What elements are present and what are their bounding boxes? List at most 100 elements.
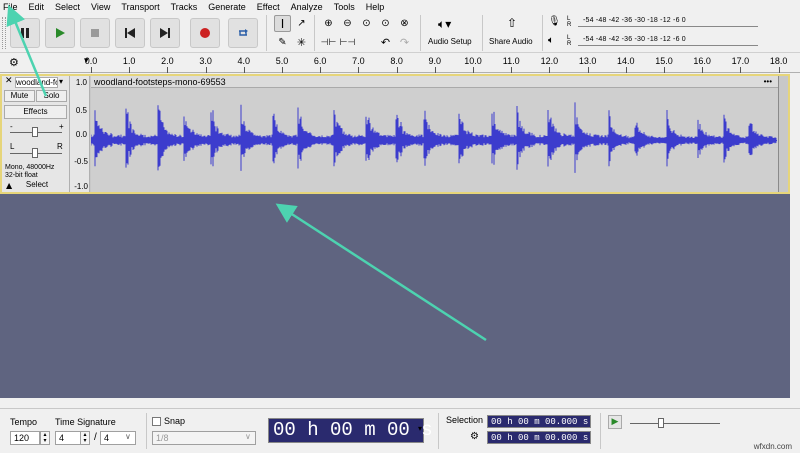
ruler-tick-label: 4.0 — [237, 56, 251, 66]
ruler-tick-label: 16.0 — [693, 56, 711, 66]
playback-speed-slider[interactable] — [630, 418, 720, 428]
effects-button[interactable]: Effects — [4, 105, 67, 119]
selection-end-time[interactable]: 00 h 00 m 00.000 s — [487, 431, 591, 444]
snap-dropdown-chevron-icon[interactable]: ∨ — [245, 432, 251, 441]
selection-label: Selection — [446, 415, 484, 425]
timeline-settings-icon[interactable]: ⚙ — [9, 56, 19, 69]
ruler-tick-label: 7.0 — [352, 56, 365, 66]
draw-tool[interactable]: ✎ — [274, 34, 291, 51]
tempo-field[interactable]: 120 — [10, 431, 40, 445]
track-area[interactable]: ✕ woodland-fo ▾ Mute Solo Effects - + L … — [0, 74, 800, 408]
track-info-format: Mono, 48000Hz — [5, 164, 55, 171]
silence-icon: ⊢⊣ — [339, 37, 356, 47]
waveform[interactable] — [91, 89, 777, 192]
menu-bar: File Edit Select View Transport Tracks Generat… — [0, 0, 800, 13]
playback-meter[interactable]: 🔈︎ L R -54 -48 -42 -36 -30 -18 -12 -6 0 — [548, 35, 758, 49]
record-meter-scale: -54 -48 -42 -36 -30 -18 -12 -6 0 — [583, 17, 686, 24]
loop-button[interactable] — [228, 18, 258, 48]
envelope-tool[interactable]: ↗ — [293, 15, 310, 32]
time-display-menu-icon[interactable]: ▾ — [418, 424, 422, 433]
selection-settings-icon[interactable]: ⚙ — [470, 431, 479, 442]
fit-project-icon: ⊙ — [381, 18, 390, 29]
time-sig-stepper-icon[interactable]: ▴ ▾ — [80, 431, 90, 445]
audio-track[interactable]: ✕ woodland-fo ▾ Mute Solo Effects - + L … — [0, 74, 790, 194]
fit-selection-icon: ⊙ — [362, 18, 371, 29]
undo-icon: ↶ — [380, 36, 391, 49]
snap-checkbox[interactable] — [152, 417, 161, 426]
menu-select[interactable]: Select — [55, 2, 80, 12]
pause-icon — [21, 28, 29, 38]
ruler-tick-label: 0.0 — [84, 56, 98, 66]
ruler-tick-label: 8.0 — [390, 56, 403, 66]
solo-button[interactable]: Solo — [36, 90, 67, 102]
skip-to-start-button[interactable] — [115, 18, 145, 48]
selection-start-time[interactable]: 00 h 00 m 00.000 s — [487, 415, 591, 428]
menu-analyze[interactable]: Analyze — [291, 2, 323, 12]
time-sig-dropdown-chevron-icon[interactable]: ∨ — [125, 432, 131, 441]
redo-button[interactable]: ↷ — [396, 34, 413, 51]
separator — [600, 413, 601, 449]
snap-select[interactable]: 1/8 — [152, 431, 256, 445]
horizontal-scrollbar[interactable] — [0, 398, 790, 408]
gain-slider[interactable] — [10, 127, 62, 137]
undo-button[interactable]: ↶ — [377, 34, 394, 51]
menu-effect[interactable]: Effect — [257, 2, 280, 12]
menu-help[interactable]: Help — [366, 2, 385, 12]
pan-slider-thumb[interactable] — [32, 148, 38, 158]
playback-meter-track — [578, 45, 758, 48]
zoom-in-button[interactable]: ⊕ — [320, 15, 337, 32]
fit-project-button[interactable]: ⊙ — [377, 15, 394, 32]
menu-tools[interactable]: Tools — [334, 2, 355, 12]
play-at-speed-button[interactable]: ▶ — [608, 415, 622, 429]
time-display[interactable]: 00 h 00 m 00 s — [268, 418, 433, 443]
record-icon — [200, 28, 210, 38]
pan-slider[interactable] — [10, 148, 62, 158]
zoom-out-button[interactable]: ⊖ — [339, 15, 356, 32]
clip-title-bar[interactable]: woodland-footsteps-mono-69553 ••• — [91, 76, 778, 88]
stop-button[interactable] — [80, 18, 110, 48]
ruler-tick — [320, 67, 322, 73]
playback-speed-thumb[interactable] — [658, 418, 664, 428]
ruler-tick-label: 5.0 — [275, 56, 289, 66]
ruler-tick-label: 3.0 — [199, 56, 212, 66]
time-sig-numerator-field[interactable]: 4 — [55, 431, 81, 445]
audio-setup-button[interactable]: 🔈︎▾ Audio Setup — [426, 16, 476, 50]
pan-right-label: R — [57, 142, 63, 151]
ruler-tick — [740, 67, 742, 73]
snap-label: Snap — [164, 416, 186, 426]
playback-meter-scale: -54 -48 -42 -36 -30 -18 -12 -6 0 — [583, 36, 686, 43]
menu-file[interactable]: File — [3, 2, 18, 12]
menu-edit[interactable]: Edit — [29, 2, 45, 12]
clip-menu-icon[interactable]: ••• — [764, 76, 772, 88]
toolbar-grip[interactable] — [2, 17, 6, 49]
selection-tool[interactable]: I — [274, 15, 291, 32]
collapse-track-icon[interactable]: ▲ — [6, 181, 12, 190]
separator — [146, 413, 147, 449]
menu-generate[interactable]: Generate — [208, 2, 246, 12]
select-track-button[interactable]: Select — [18, 180, 56, 192]
track-name[interactable]: woodland-fo — [15, 77, 58, 88]
play-button[interactable] — [45, 18, 75, 48]
record-meter[interactable]: 🎙︎ L R -54 -48 -42 -36 -30 -18 -12 -6 0 — [548, 16, 758, 30]
trim-audio-button[interactable]: ⊣⊢ — [320, 34, 337, 51]
multi-tool[interactable]: ✳ — [293, 34, 310, 51]
skip-to-end-button[interactable] — [150, 18, 180, 48]
zoom-toggle-button[interactable]: ⊗ — [396, 15, 413, 32]
gain-slider-thumb[interactable] — [32, 127, 38, 137]
timeline-ruler[interactable]: ⚙ ▾ 0.0 1.0 2.0 3.0 4.0 5.0 6.0 7.0 8.0 9.0 10.0 11… — [0, 53, 800, 73]
menu-tracks[interactable]: Tracks — [171, 2, 198, 12]
menu-view[interactable]: View — [91, 2, 110, 12]
vertical-scrollbar[interactable] — [790, 74, 800, 408]
silence-audio-button[interactable]: ⊢⊣ — [339, 34, 356, 51]
track-menu-chevron-icon[interactable]: ▾ — [59, 77, 63, 86]
audio-clip[interactable]: woodland-footsteps-mono-69553 ••• — [91, 76, 779, 192]
close-track-icon[interactable]: ✕ — [5, 76, 13, 86]
tempo-label: Tempo — [10, 417, 38, 427]
menu-transport[interactable]: Transport — [121, 2, 159, 12]
record-button[interactable] — [190, 18, 220, 48]
fit-selection-button[interactable]: ⊙ — [358, 15, 375, 32]
mute-button[interactable]: Mute — [4, 90, 35, 102]
tempo-stepper-icon[interactable]: ▴ ▾ — [40, 431, 50, 445]
share-audio-button[interactable]: ⇧ Share Audio — [487, 16, 537, 50]
pause-button[interactable] — [10, 18, 40, 48]
